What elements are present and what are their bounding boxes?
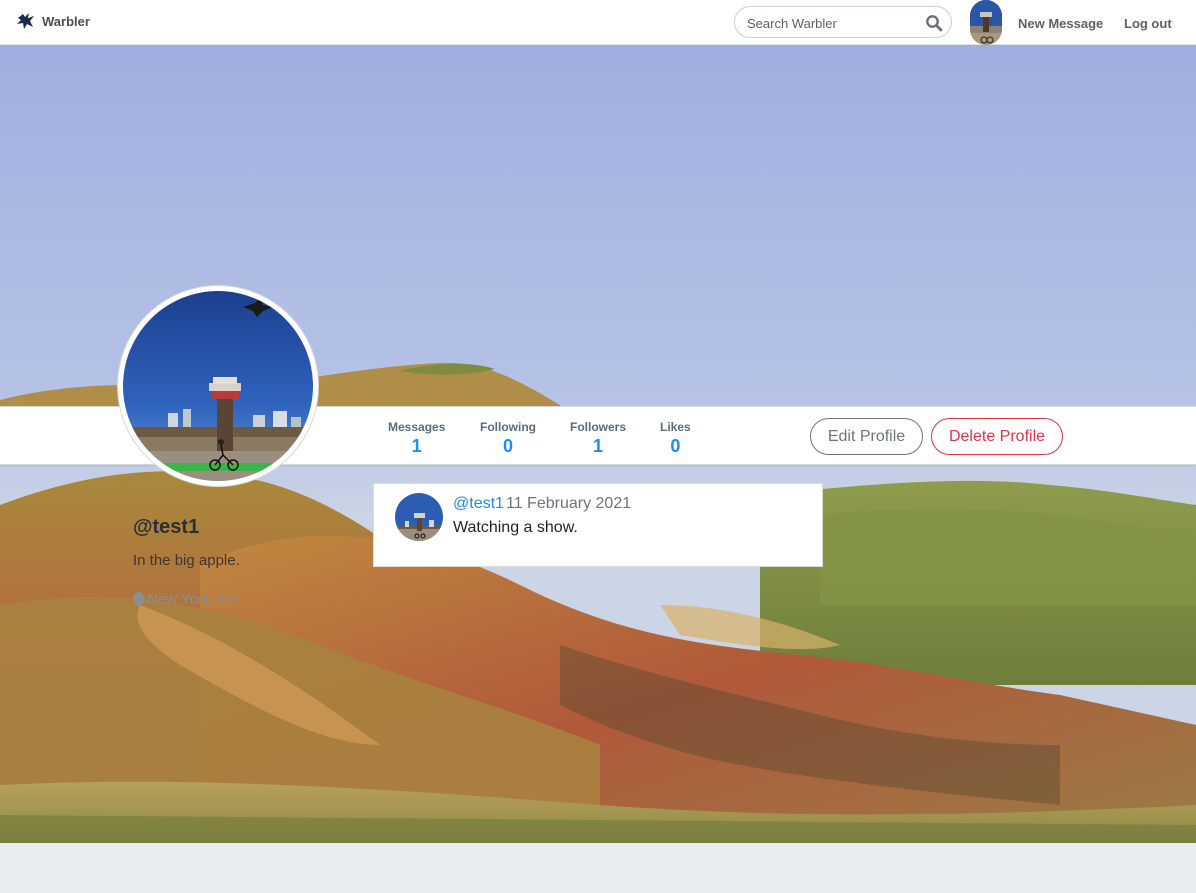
new-message-link[interactable]: New Message xyxy=(1018,16,1103,31)
message-author-avatar[interactable] xyxy=(395,493,443,541)
location-text: New York, NY xyxy=(147,591,240,608)
message-text: Watching a show. xyxy=(453,519,578,536)
profile-photo xyxy=(123,291,313,481)
stat-label: Messages xyxy=(388,420,446,434)
stat-value: 1 xyxy=(411,436,422,456)
search-icon xyxy=(926,15,943,32)
warbler-logo-icon xyxy=(17,13,34,29)
nav-user-avatar[interactable] xyxy=(970,0,1002,45)
brand-link[interactable]: Warbler xyxy=(16,12,90,30)
stat-value: 0 xyxy=(502,436,513,456)
map-marker-icon xyxy=(133,591,145,608)
stat-label: Following xyxy=(480,420,536,434)
brand-name: Warbler xyxy=(42,13,90,29)
logout-link[interactable]: Log out xyxy=(1124,16,1172,31)
profile-location: New York, NY xyxy=(133,591,240,608)
user-photo-icon xyxy=(970,0,1002,45)
search-button[interactable] xyxy=(925,14,943,32)
stat-following[interactable]: Following 0 xyxy=(480,420,536,457)
profile-username: @test1 xyxy=(133,516,200,538)
profile-avatar xyxy=(118,286,318,486)
stat-label: Likes xyxy=(660,420,691,434)
user-photo-icon xyxy=(123,291,313,481)
message-date: 11 February 2021 xyxy=(506,495,632,512)
navbar: Warbler New Message Log out xyxy=(0,0,1196,45)
search-form xyxy=(734,6,952,38)
message-card[interactable]: @test1 11 February 2021 Watching a show. xyxy=(373,483,823,567)
message-author-link[interactable]: @test1 xyxy=(453,495,504,513)
delete-profile-button[interactable]: Delete Profile xyxy=(931,418,1063,455)
stat-likes[interactable]: Likes 0 xyxy=(660,420,691,457)
stat-followers[interactable]: Followers 1 xyxy=(570,420,626,457)
stat-value: 0 xyxy=(670,436,681,456)
search-input[interactable] xyxy=(745,13,919,33)
stat-messages[interactable]: Messages 1 xyxy=(388,420,445,457)
user-photo-icon xyxy=(395,493,443,541)
edit-profile-button[interactable]: Edit Profile xyxy=(810,418,923,455)
stat-label: Followers xyxy=(570,420,627,434)
stat-value: 1 xyxy=(593,436,604,456)
profile-bio: In the big apple. xyxy=(133,552,240,569)
